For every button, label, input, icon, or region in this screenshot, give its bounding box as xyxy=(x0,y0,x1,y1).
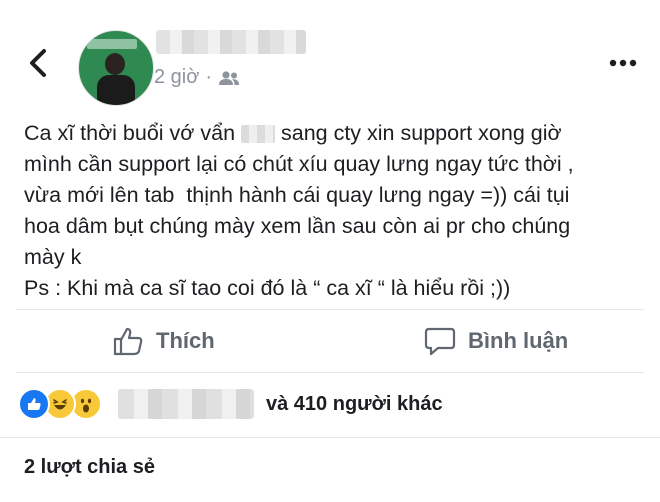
comment-label: Bình luận xyxy=(468,328,569,353)
post-text: Ca xĩ thời buổi vớ vẩn sang cty xin supp… xyxy=(24,118,644,304)
post-meta: 2 giờ · xyxy=(154,66,240,89)
blurred-mention xyxy=(241,125,276,144)
post-header: 2 giờ · xyxy=(0,0,660,110)
meta-separator: · xyxy=(205,66,213,88)
post-text-part2: sang cty xin support xong giờ mình cần s… xyxy=(24,121,574,300)
like-reaction-icon xyxy=(18,388,50,420)
avatar-banner xyxy=(87,39,137,49)
reactions-others-text: và 410 người khác xyxy=(266,392,443,415)
shares-count[interactable]: 2 lượt chia sẻ xyxy=(24,456,155,479)
comment-button[interactable]: Bình luận xyxy=(424,322,568,360)
blurred-author-name[interactable] xyxy=(156,30,306,54)
post-actions: Thích Bình luận xyxy=(0,312,660,370)
avatar-person-body xyxy=(97,75,135,105)
back-arrow-icon[interactable] xyxy=(22,46,56,80)
friends-icon[interactable] xyxy=(218,70,240,86)
like-button[interactable]: Thích xyxy=(112,322,215,360)
post-time[interactable]: 2 giờ xyxy=(154,66,199,89)
shares-divider xyxy=(0,437,660,438)
like-label: Thích xyxy=(156,328,215,353)
avatar-person-head xyxy=(105,53,125,75)
avatar[interactable] xyxy=(78,30,154,106)
more-options-icon[interactable] xyxy=(608,55,638,71)
post-text-part1: Ca xĩ thời buổi vớ vẩn xyxy=(24,121,242,145)
thumbs-up-icon xyxy=(113,327,143,356)
comment-icon xyxy=(424,327,456,356)
actions-bottom-divider xyxy=(16,372,644,373)
reactions-summary[interactable]: và 410 người khác xyxy=(18,386,443,422)
blurred-reactor-names xyxy=(118,389,254,419)
actions-top-divider xyxy=(16,309,644,310)
